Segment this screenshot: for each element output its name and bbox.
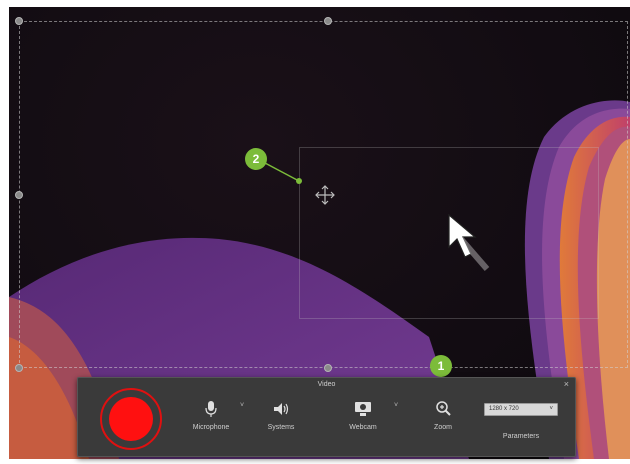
move-icon[interactable]	[313, 183, 337, 207]
record-button[interactable]	[100, 388, 162, 450]
systems-tool[interactable]: Systems	[261, 400, 301, 431]
zoom-tool[interactable]: Zoom	[423, 400, 463, 431]
microphone-icon	[205, 401, 217, 417]
cursor-icon	[448, 213, 490, 271]
callout-2-leader	[264, 162, 302, 184]
systems-label: Systems	[267, 424, 295, 431]
parameters-label: Parameters	[502, 433, 540, 440]
close-icon[interactable]: ×	[564, 379, 569, 389]
zoom-label: Zoom	[434, 424, 452, 431]
chevron-down-icon: ˅	[549, 406, 553, 412]
speaker-icon	[274, 403, 289, 415]
capture-handle-bottom[interactable]	[324, 364, 332, 372]
microphone-label: Microphone	[192, 424, 230, 431]
capture-handle-top-left[interactable]	[15, 17, 23, 25]
resolution-select[interactable]: 1280 x 720 ˅	[484, 403, 558, 416]
callout-badge-1: 1	[430, 355, 452, 377]
webcam-tool[interactable]: Webcam	[340, 400, 386, 431]
webcam-label: Webcam	[349, 424, 377, 431]
capture-handle-left[interactable]	[15, 191, 23, 199]
webcam-dropdown-icon[interactable]: ˅	[394, 402, 398, 409]
microphone-dropdown-icon[interactable]: ˅	[240, 402, 244, 409]
recording-toolbar: Video × Microphone ˅ Systems Webcam ˅ Zo…	[77, 377, 576, 457]
capture-handle-bottom-left[interactable]	[15, 364, 23, 372]
capture-handle-top[interactable]	[324, 17, 332, 25]
webcam-icon	[355, 402, 371, 416]
callout-badge-2: 2	[245, 148, 267, 170]
zoom-icon	[436, 401, 451, 416]
record-dot-icon	[109, 397, 153, 441]
toolbar-title: Video	[317, 381, 336, 388]
resolution-value: 1280 x 720	[489, 406, 519, 412]
microphone-tool[interactable]: Microphone	[186, 400, 236, 431]
